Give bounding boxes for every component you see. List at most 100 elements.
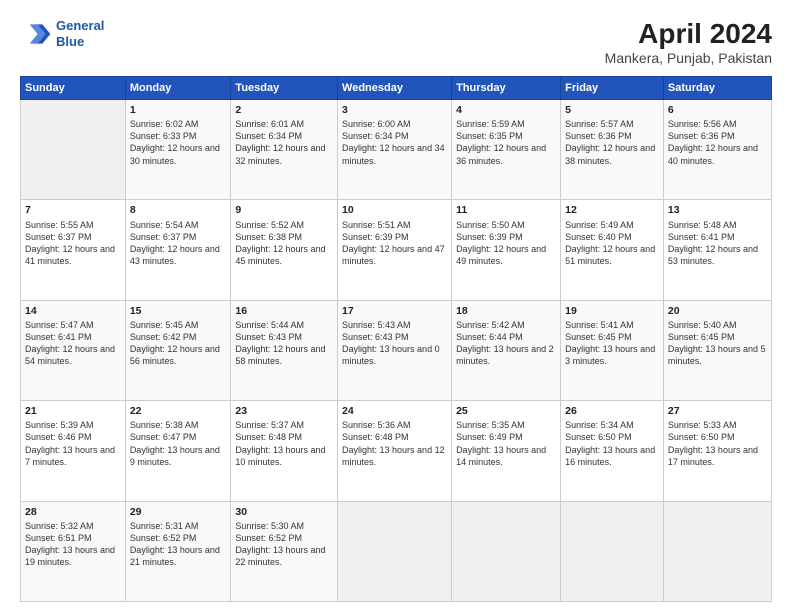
cell-info: Sunrise: 5:56 AMSunset: 6:36 PMDaylight:…	[668, 118, 767, 167]
col-sunday: Sunday	[21, 77, 126, 100]
title-block: April 2024 Mankera, Punjab, Pakistan	[605, 18, 772, 66]
day-number: 30	[235, 505, 333, 519]
day-number: 22	[130, 404, 227, 418]
cell-info: Sunrise: 5:37 AMSunset: 6:48 PMDaylight:…	[235, 419, 333, 468]
table-cell: 22Sunrise: 5:38 AMSunset: 6:47 PMDayligh…	[125, 401, 231, 501]
cell-info: Sunrise: 5:44 AMSunset: 6:43 PMDaylight:…	[235, 319, 333, 368]
table-cell: 17Sunrise: 5:43 AMSunset: 6:43 PMDayligh…	[338, 300, 452, 400]
header: General Blue April 2024 Mankera, Punjab,…	[20, 18, 772, 66]
day-number: 14	[25, 304, 121, 318]
table-cell	[338, 501, 452, 601]
table-cell: 29Sunrise: 5:31 AMSunset: 6:52 PMDayligh…	[125, 501, 231, 601]
day-number: 12	[565, 203, 659, 217]
table-cell: 3Sunrise: 6:00 AMSunset: 6:34 PMDaylight…	[338, 100, 452, 200]
table-cell: 4Sunrise: 5:59 AMSunset: 6:35 PMDaylight…	[452, 100, 561, 200]
cell-info: Sunrise: 5:59 AMSunset: 6:35 PMDaylight:…	[456, 118, 556, 167]
day-number: 1	[130, 103, 227, 117]
cell-info: Sunrise: 5:35 AMSunset: 6:49 PMDaylight:…	[456, 419, 556, 468]
day-number: 19	[565, 304, 659, 318]
cell-info: Sunrise: 5:40 AMSunset: 6:45 PMDaylight:…	[668, 319, 767, 368]
cell-info: Sunrise: 6:00 AMSunset: 6:34 PMDaylight:…	[342, 118, 447, 167]
table-cell: 27Sunrise: 5:33 AMSunset: 6:50 PMDayligh…	[663, 401, 771, 501]
table-row: 28Sunrise: 5:32 AMSunset: 6:51 PMDayligh…	[21, 501, 772, 601]
cell-info: Sunrise: 5:39 AMSunset: 6:46 PMDaylight:…	[25, 419, 121, 468]
table-cell: 12 Sunrise: 5:49 AMSunset: 6:40 PMDayligh…	[561, 200, 664, 300]
cell-info: Sunrise: 5:41 AMSunset: 6:45 PMDaylight:…	[565, 319, 659, 368]
table-cell: 20Sunrise: 5:40 AMSunset: 6:45 PMDayligh…	[663, 300, 771, 400]
day-number: 28	[25, 505, 121, 519]
cell-info: Sunrise: 5:31 AMSunset: 6:52 PMDaylight:…	[130, 520, 227, 569]
table-row: 14Sunrise: 5:47 AMSunset: 6:41 PMDayligh…	[21, 300, 772, 400]
cell-info: Sunrise: 6:01 AMSunset: 6:34 PMDaylight:…	[235, 118, 333, 167]
day-number: 27	[668, 404, 767, 418]
day-number: 21	[25, 404, 121, 418]
day-number: 18	[456, 304, 556, 318]
table-cell: 19Sunrise: 5:41 AMSunset: 6:45 PMDayligh…	[561, 300, 664, 400]
table-cell: 25Sunrise: 5:35 AMSunset: 6:49 PMDayligh…	[452, 401, 561, 501]
day-number: 3	[342, 103, 447, 117]
cell-info: Sunrise: 5:52 AMSunset: 6:38 PMDaylight:…	[235, 219, 333, 268]
table-cell	[561, 501, 664, 601]
table-cell: 24Sunrise: 5:36 AMSunset: 6:48 PMDayligh…	[338, 401, 452, 501]
cell-info: Sunrise: 5:30 AMSunset: 6:52 PMDaylight:…	[235, 520, 333, 569]
cell-info: Sunrise: 5:32 AMSunset: 6:51 PMDaylight:…	[25, 520, 121, 569]
table-row: 1Sunrise: 6:02 AMSunset: 6:33 PMDaylight…	[21, 100, 772, 200]
day-number: 4	[456, 103, 556, 117]
col-monday: Monday	[125, 77, 231, 100]
cell-info: Sunrise: 5:43 AMSunset: 6:43 PMDaylight:…	[342, 319, 447, 368]
table-cell: 6Sunrise: 5:56 AMSunset: 6:36 PMDaylight…	[663, 100, 771, 200]
col-friday: Friday	[561, 77, 664, 100]
cell-info: Sunrise: 5:36 AMSunset: 6:48 PMDaylight:…	[342, 419, 447, 468]
table-cell: 5Sunrise: 5:57 AMSunset: 6:36 PMDaylight…	[561, 100, 664, 200]
page-subtitle: Mankera, Punjab, Pakistan	[605, 50, 772, 66]
table-cell: 18Sunrise: 5:42 AMSunset: 6:44 PMDayligh…	[452, 300, 561, 400]
day-number: 8	[130, 203, 227, 217]
day-number: 7	[25, 203, 121, 217]
table-cell: 2Sunrise: 6:01 AMSunset: 6:34 PMDaylight…	[231, 100, 338, 200]
day-number: 11	[456, 203, 556, 217]
logo: General Blue	[20, 18, 104, 50]
table-cell: 15Sunrise: 5:45 AMSunset: 6:42 PMDayligh…	[125, 300, 231, 400]
day-number: 15	[130, 304, 227, 318]
cell-info: Sunrise: 5:49 AMSunset: 6:40 PMDaylight:…	[565, 219, 659, 268]
table-cell: 28Sunrise: 5:32 AMSunset: 6:51 PMDayligh…	[21, 501, 126, 601]
day-number: 23	[235, 404, 333, 418]
col-wednesday: Wednesday	[338, 77, 452, 100]
cell-info: Sunrise: 5:50 AMSunset: 6:39 PMDaylight:…	[456, 219, 556, 268]
cell-info: Sunrise: 5:38 AMSunset: 6:47 PMDaylight:…	[130, 419, 227, 468]
day-number: 17	[342, 304, 447, 318]
day-number: 25	[456, 404, 556, 418]
cell-info: Sunrise: 5:55 AMSunset: 6:37 PMDaylight:…	[25, 219, 121, 268]
page: General Blue April 2024 Mankera, Punjab,…	[0, 0, 792, 612]
logo-icon	[20, 18, 52, 50]
col-thursday: Thursday	[452, 77, 561, 100]
day-number: 13	[668, 203, 767, 217]
day-number: 16	[235, 304, 333, 318]
table-cell: 8Sunrise: 5:54 AMSunset: 6:37 PMDaylight…	[125, 200, 231, 300]
table-cell: 1Sunrise: 6:02 AMSunset: 6:33 PMDaylight…	[125, 100, 231, 200]
cell-info: Sunrise: 5:33 AMSunset: 6:50 PMDaylight:…	[668, 419, 767, 468]
day-number: 29	[130, 505, 227, 519]
day-number: 9	[235, 203, 333, 217]
header-row: Sunday Monday Tuesday Wednesday Thursday…	[21, 77, 772, 100]
calendar-table: Sunday Monday Tuesday Wednesday Thursday…	[20, 76, 772, 602]
day-number: 24	[342, 404, 447, 418]
col-tuesday: Tuesday	[231, 77, 338, 100]
cell-info: Sunrise: 5:48 AMSunset: 6:41 PMDaylight:…	[668, 219, 767, 268]
table-cell	[452, 501, 561, 601]
cell-info: Sunrise: 5:51 AMSunset: 6:39 PMDaylight:…	[342, 219, 447, 268]
table-cell: 23Sunrise: 5:37 AMSunset: 6:48 PMDayligh…	[231, 401, 338, 501]
day-number: 6	[668, 103, 767, 117]
table-row: 7 Sunrise: 5:55 AMSunset: 6:37 PMDaylight…	[21, 200, 772, 300]
table-cell: 7 Sunrise: 5:55 AMSunset: 6:37 PMDaylight…	[21, 200, 126, 300]
cell-info: Sunrise: 5:47 AMSunset: 6:41 PMDaylight:…	[25, 319, 121, 368]
cell-info: Sunrise: 5:42 AMSunset: 6:44 PMDaylight:…	[456, 319, 556, 368]
table-cell: 13 Sunrise: 5:48 AMSunset: 6:41 PMDayligh…	[663, 200, 771, 300]
table-cell	[663, 501, 771, 601]
table-cell: 11 Sunrise: 5:50 AMSunset: 6:39 PMDayligh…	[452, 200, 561, 300]
table-cell: 14Sunrise: 5:47 AMSunset: 6:41 PMDayligh…	[21, 300, 126, 400]
day-number: 2	[235, 103, 333, 117]
cell-info: Sunrise: 5:45 AMSunset: 6:42 PMDaylight:…	[130, 319, 227, 368]
table-cell: 10Sunrise: 5:51 AMSunset: 6:39 PMDayligh…	[338, 200, 452, 300]
cell-info: Sunrise: 5:57 AMSunset: 6:36 PMDaylight:…	[565, 118, 659, 167]
